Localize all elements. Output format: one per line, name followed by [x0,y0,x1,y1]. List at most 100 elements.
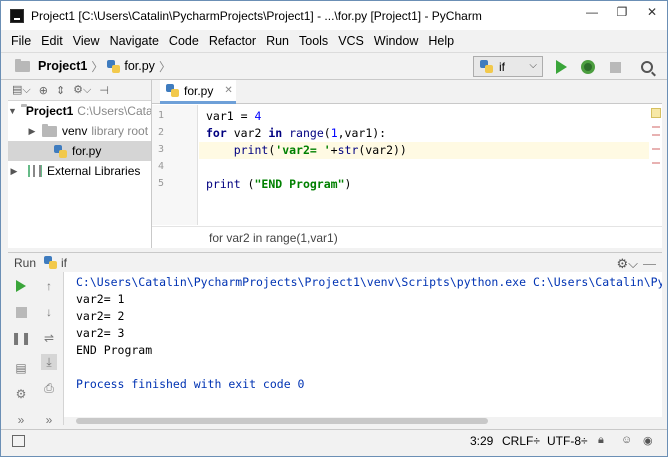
stop-button[interactable] [606,58,624,76]
code-line-2[interactable]: for var2 in range(1,var1): [206,125,386,142]
python-file-icon [107,59,121,73]
file-encoding[interactable]: UTF-8÷ [547,434,588,448]
stop-button[interactable] [13,304,29,320]
code-breadcrumb[interactable]: for var2 in range(1,var1) [152,226,662,248]
libraries-icon [28,165,42,177]
close-icon[interactable]: ✕ [224,85,232,96]
bug-icon [581,60,595,74]
more-icon[interactable]: » [13,412,29,428]
gear-icon[interactable]: ⚙⌵ [73,83,91,97]
target-icon[interactable]: ⊕ [39,84,48,97]
tree-item-label: External Libraries [47,164,141,178]
warning-icon[interactable] [651,108,661,118]
tree-item-venv[interactable]: ▶ venv library root [8,121,151,141]
console-horizontal-scrollbar[interactable] [64,417,662,425]
run-button[interactable] [552,58,570,76]
error-stripe-mark[interactable] [652,126,660,128]
menu-navigate[interactable]: Navigate [105,34,164,48]
scrollbar-thumb[interactable] [76,418,488,424]
hide-icon[interactable]: — [643,256,656,271]
cursor-position[interactable]: 3:29 [470,434,493,448]
restore-button[interactable]: ❐ [607,1,637,23]
error-stripe-mark[interactable] [652,134,660,136]
python-file-icon [54,144,67,158]
pause-icon[interactable]: ❚❚ [11,330,31,346]
tool-windows-icon[interactable] [12,435,25,447]
menu-help[interactable]: Help [423,34,459,48]
line-number: 1 [158,110,165,121]
run-panel-config[interactable]: if [61,256,67,270]
error-stripe-mark[interactable] [652,148,660,150]
menu-refactor[interactable]: Refactor [204,34,261,48]
editor-scroll-markers [650,108,662,168]
menu-view[interactable]: View [68,34,105,48]
stop-icon [609,61,621,73]
python-file-icon [166,84,179,97]
code-line-3[interactable]: print('var2= '+str(var2)) [199,142,649,159]
tree-item-path: C:\Users\Catalin\PycharmProjects\Project… [77,104,152,118]
breadcrumb-project[interactable]: Project1 [15,58,88,73]
status-bar: 3:29 CRLF÷ UTF-8÷ 🔒︎ ☺ ◉ [1,429,667,451]
run-config-label: if [499,59,505,74]
navigation-bar: Project1 〉 for.py 〉 if ⌵ [1,52,667,80]
down-arrow-icon[interactable]: ↓ [41,304,57,320]
code-line-5[interactable]: print ("END Program") [206,176,351,193]
tree-item-note: library root [91,124,149,138]
menu-vcs[interactable]: VCS [333,34,369,48]
event-log-icon[interactable]: ◉ [643,434,653,447]
menu-window[interactable]: Window [369,34,423,48]
debug-button[interactable] [579,58,597,76]
up-arrow-icon[interactable]: ↑ [41,278,57,294]
chevron-right-icon[interactable]: ▶ [26,126,38,137]
console-line: var2= 2 [76,309,125,323]
line-number: 3 [158,144,165,155]
tab-for-py[interactable]: for.py ✕ [160,80,236,104]
chevron-down-icon[interactable]: ▼ [8,106,17,116]
menu-edit[interactable]: Edit [36,34,68,48]
project-view-select[interactable]: ▤⌵ [12,83,31,97]
run-panel-label: Run [14,255,37,270]
menu-file[interactable]: File [6,34,36,48]
soft-wrap-icon[interactable]: ⇌ [41,330,57,346]
breadcrumb-file[interactable]: for.py [107,59,155,73]
hide-panel-icon[interactable]: ⊣ [99,84,109,97]
run-console[interactable]: C:\Users\Catalin\PycharmProjects\Project… [64,272,662,417]
line-separator[interactable]: CRLF÷ [502,434,540,448]
lock-icon[interactable]: 🔒︎ [598,434,604,447]
run-config-select[interactable]: if ⌵ [473,56,543,77]
tab-label: for.py [184,83,214,98]
menu-code[interactable]: Code [164,34,204,48]
error-stripe-mark[interactable] [652,162,660,164]
tree-item-external-libraries[interactable]: ▶ External Libraries [8,161,151,181]
run-panel-header: Run if ⚙⌵ — [8,252,662,272]
breadcrumb-project-label: Project1 [38,59,88,73]
tree-item-project1[interactable]: ▼ Project1 C:\Users\Catalin\PycharmProje… [8,101,151,121]
tree-item-label: Project1 [25,104,74,118]
console-line: END Program [76,343,153,357]
line-gutter: 1 2 3 4 5 [152,105,198,225]
minimize-button[interactable]: — [577,1,607,23]
collapse-icon[interactable]: ⇕ [56,84,65,97]
code-line-1[interactable]: var1 = 4 [206,108,261,125]
inspector-icon[interactable]: ☺ [621,434,632,446]
tree-item-for-py[interactable]: for.py [8,141,151,161]
line-number: 5 [158,178,165,189]
editor-tab-bar: for.py ✕ [152,80,662,104]
more-icon[interactable]: » [41,412,57,428]
play-icon [16,280,26,292]
gear-icon[interactable]: ⚙⌵ [616,256,638,272]
close-button[interactable]: ✕ [637,1,667,23]
print-icon[interactable]: ⎙ [41,380,57,396]
rerun-button[interactable] [13,278,29,294]
settings-icon[interactable]: ⚙ [13,386,29,402]
menu-tools[interactable]: Tools [294,34,333,48]
search-button[interactable] [638,58,656,76]
search-icon [641,61,653,73]
title-bar: Project1 [C:\Users\Catalin\PycharmProjec… [1,1,667,30]
scroll-to-end-icon[interactable]: ⤓ [41,354,57,370]
menu-run[interactable]: Run [261,34,294,48]
layout-icon[interactable]: ▤ [13,360,29,376]
chevron-right-icon[interactable]: ▶ [8,166,20,177]
tree-item-label: venv [62,124,88,138]
stop-icon [15,306,27,318]
